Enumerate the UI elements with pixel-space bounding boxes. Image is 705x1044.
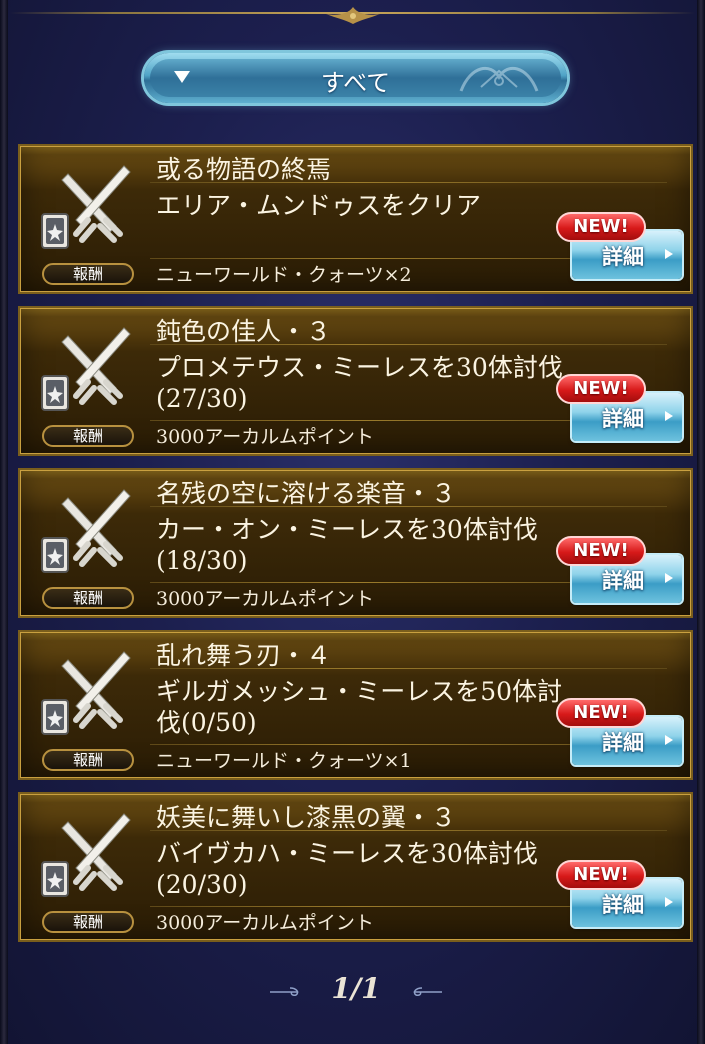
quest-card[interactable]: 名残の空に溶ける楽音・３ カー・オン・ミーレスを30体討伐(18/30) 報酬 … bbox=[18, 468, 693, 618]
quest-title: 乱れ舞う刃・４ bbox=[156, 641, 332, 670]
new-badge: NEW! bbox=[556, 212, 646, 242]
frame-right bbox=[697, 0, 705, 1044]
new-badge: NEW! bbox=[556, 536, 646, 566]
ornament-icon bbox=[326, 7, 380, 24]
quest-description: バイヴカハ・ミーレスを30体討伐(20/30) bbox=[156, 839, 538, 899]
play-arrow-icon bbox=[665, 735, 673, 745]
reward-value: 3000アーカルムポイント bbox=[156, 588, 374, 610]
detail-label: 詳細 bbox=[602, 245, 644, 269]
quest-description: エリア・ムンドゥスをクリア bbox=[156, 191, 482, 220]
crossed-swords-card-icon bbox=[41, 813, 131, 897]
play-arrow-icon bbox=[665, 411, 673, 421]
quest-title: 妖美に舞いし漆黒の翼・３ bbox=[156, 803, 457, 832]
reward-value: ニューワールド・クォーツ×1 bbox=[156, 750, 412, 772]
new-badge: NEW! bbox=[556, 374, 646, 404]
detail-label: 詳細 bbox=[602, 407, 644, 431]
page-indicator: 1/1 bbox=[331, 972, 381, 1005]
reward-label: 報酬 bbox=[42, 425, 134, 447]
quest-card[interactable]: 或る物語の終焉 エリア・ムンドゥスをクリア 報酬 ニューワールド・クォーツ×2 … bbox=[18, 144, 693, 294]
reward-value: ニューワールド・クォーツ×2 bbox=[156, 264, 412, 286]
detail-label: 詳細 bbox=[602, 893, 644, 917]
crossed-swords-card-icon bbox=[41, 651, 131, 735]
quest-card[interactable]: 乱れ舞う刃・４ ギルガメッシュ・ミーレスを50体討伐(0/50) 報酬 ニューワ… bbox=[18, 630, 693, 780]
detail-label: 詳細 bbox=[602, 569, 644, 593]
quest-title: 鈍色の佳人・３ bbox=[156, 317, 332, 346]
play-arrow-icon bbox=[665, 897, 673, 907]
ornament-right-icon bbox=[413, 987, 442, 996]
quest-card[interactable]: 鈍色の佳人・３ プロメテウス・ミーレスを30体討伐(27/30) 報酬 3000… bbox=[18, 306, 693, 456]
pagination: 1/1 bbox=[0, 972, 705, 1012]
reward-label: 報酬 bbox=[42, 587, 134, 609]
play-arrow-icon bbox=[665, 249, 673, 259]
crossed-swords-card-icon bbox=[41, 165, 131, 249]
reward-label: 報酬 bbox=[42, 263, 134, 285]
crossed-swords-card-icon bbox=[41, 327, 131, 411]
quest-description: プロメテウス・ミーレスを30体討伐(27/30) bbox=[156, 353, 563, 413]
new-badge: NEW! bbox=[556, 698, 646, 728]
reward-label: 報酬 bbox=[42, 911, 134, 933]
filter-dropdown[interactable]: すべて bbox=[144, 53, 567, 103]
ornament-left-icon bbox=[270, 987, 299, 996]
quest-card[interactable]: 妖美に舞いし漆黒の翼・３ バイヴカハ・ミーレスを30体討伐(20/30) 報酬 … bbox=[18, 792, 693, 942]
crossed-swords-card-icon bbox=[41, 489, 131, 573]
reward-value: 3000アーカルムポイント bbox=[156, 426, 374, 448]
reward-label: 報酬 bbox=[42, 749, 134, 771]
quest-description: カー・オン・ミーレスを30体討伐(18/30) bbox=[156, 515, 538, 575]
quest-description: ギルガメッシュ・ミーレスを50体討伐(0/50) bbox=[156, 677, 563, 737]
reward-value: 3000アーカルムポイント bbox=[156, 912, 374, 934]
detail-label: 詳細 bbox=[602, 731, 644, 755]
new-badge: NEW! bbox=[556, 860, 646, 890]
quest-title: 名残の空に溶ける楽音・３ bbox=[156, 479, 457, 508]
frame-left bbox=[0, 0, 8, 1044]
play-arrow-icon bbox=[665, 573, 673, 583]
crest-icon bbox=[459, 67, 539, 92]
quest-title: 或る物語の終焉 bbox=[156, 155, 332, 184]
